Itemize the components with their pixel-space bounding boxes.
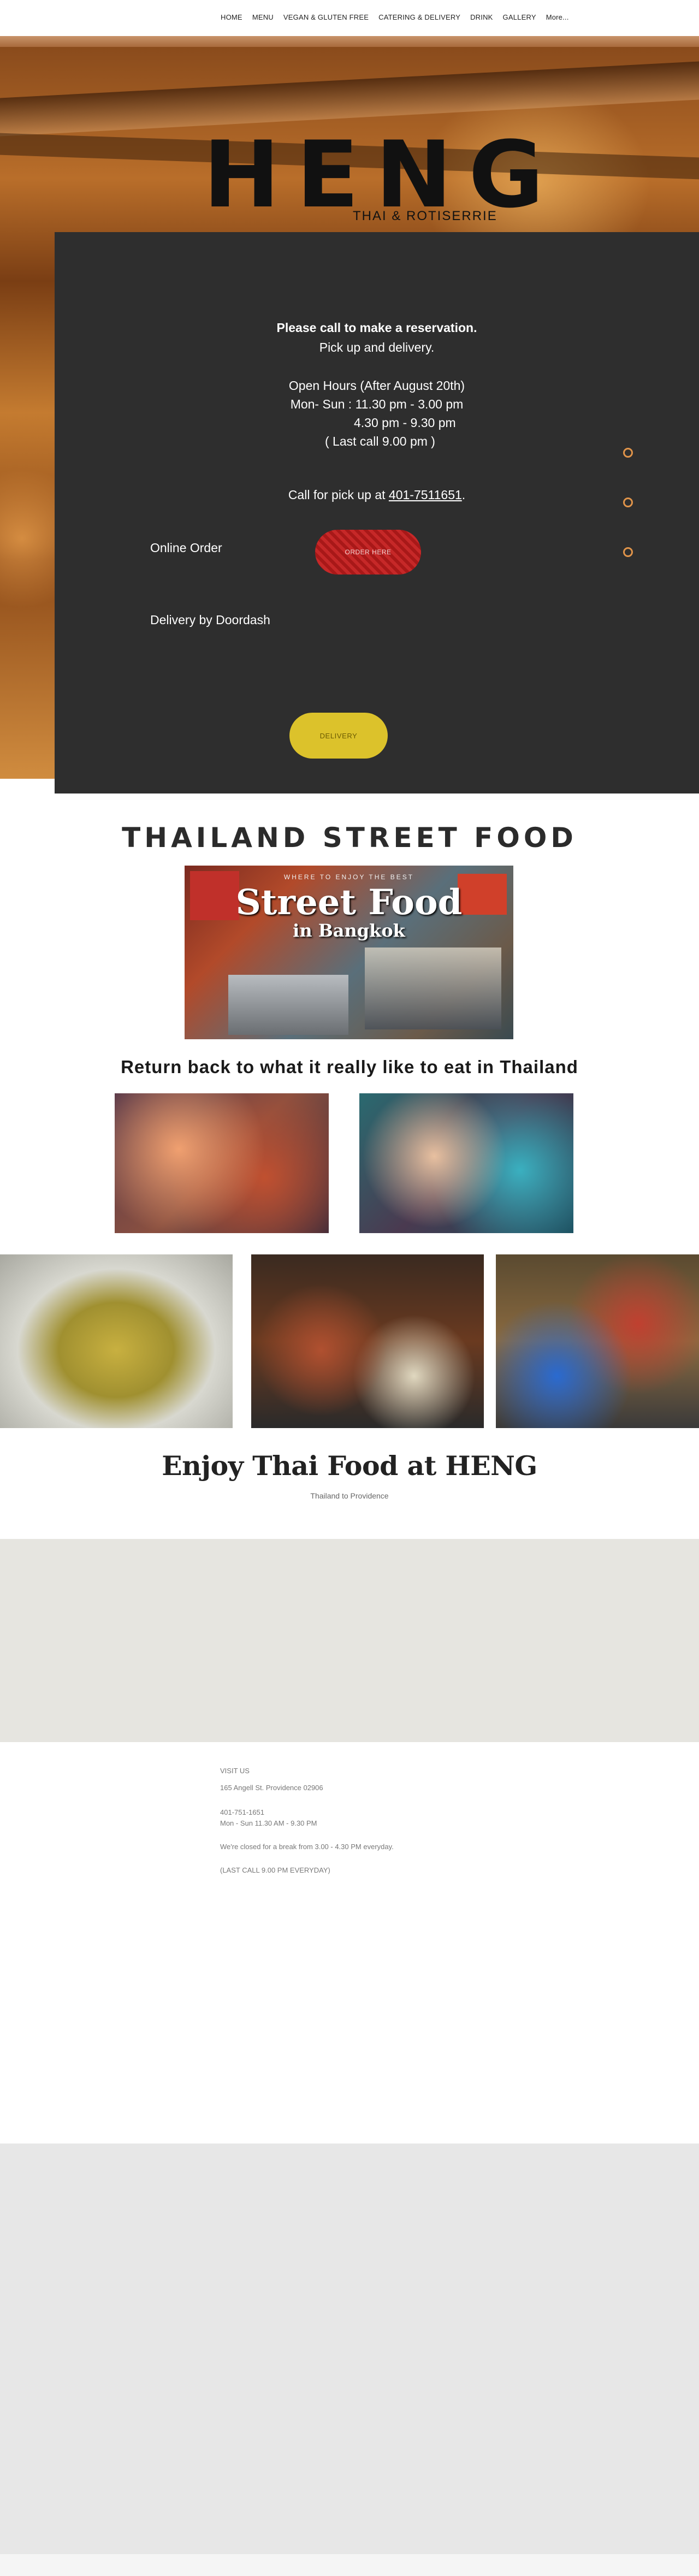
call-suffix: . xyxy=(461,488,466,502)
footer-strip xyxy=(0,2554,699,2576)
order-here-button[interactable]: ORDER HERE xyxy=(315,530,421,575)
pickup-text: Pick up and delivery. xyxy=(319,340,435,354)
nav-item-catering-delivery[interactable]: CATERING & DELIVERY xyxy=(374,13,465,21)
nav-item-gallery[interactable]: GALLERY xyxy=(498,13,541,21)
call-prefix: Call for pick up at xyxy=(288,488,389,502)
visit-phone: 401-751-1651 xyxy=(220,1808,264,1816)
gallery-grill-image[interactable] xyxy=(251,1254,484,1428)
visit-break-note: We're closed for a break from 3.00 - 4.3… xyxy=(220,1843,394,1851)
logo[interactable]: HENG xyxy=(203,129,560,221)
phone-link[interactable]: 401-7511651 xyxy=(389,488,462,502)
nav-menu: HOME MENU VEGAN & GLUTEN FREE CATERING &… xyxy=(216,13,574,21)
hours-lunch: Mon- Sun : 11.30 pm - 3.00 pm xyxy=(290,397,464,411)
banner-diners xyxy=(365,948,501,1029)
nav-item-more[interactable]: More... xyxy=(541,13,574,21)
slide-dot-1[interactable] xyxy=(623,448,633,458)
page: HOME MENU VEGAN & GLUTEN FREE CATERING &… xyxy=(0,0,699,2576)
street-vendor-image[interactable] xyxy=(359,1093,573,1233)
visit-heading: VISIT US xyxy=(220,1767,250,1775)
online-order-label: Online Order xyxy=(150,541,222,555)
hours-last-call: ( Last call 9.00 pm ) xyxy=(325,434,435,448)
banner-food-cart xyxy=(228,975,348,1035)
street-food-title: THAILAND STREET FOOD xyxy=(122,822,577,854)
street-food-banner-image: WHERE TO ENJOY THE BEST Street Food in B… xyxy=(185,866,513,1039)
call-pickup-text: Call for pick up at 401-7511651. xyxy=(55,488,699,502)
street-scene-image[interactable] xyxy=(115,1093,329,1233)
slide-dot-2[interactable] xyxy=(623,498,633,507)
nav-divider-strip xyxy=(0,36,699,47)
gallery-dumplings-image[interactable] xyxy=(0,1254,233,1428)
return-title: Return back to what it really like to ea… xyxy=(121,1057,578,1077)
nav-item-drink[interactable]: DRINK xyxy=(465,13,497,21)
hours-dinner: 4.30 pm - 9.30 pm xyxy=(354,416,456,430)
banner-headline: Street Food xyxy=(235,882,463,923)
visit-last-call: (LAST CALL 9.00 PM EVERYDAY) xyxy=(220,1866,330,1874)
hours-title: Open Hours (After August 20th) xyxy=(288,378,465,393)
nav-item-menu[interactable]: MENU xyxy=(247,13,279,21)
nav-item-vegan-gluten-free[interactable]: VEGAN & GLUTEN FREE xyxy=(279,13,374,21)
logo-subtitle: THAI & ROTISERRIE xyxy=(353,209,497,223)
enjoy-subtitle: Thailand to Providence xyxy=(310,1491,389,1500)
banner-small-text: WHERE TO ENJOY THE BEST xyxy=(283,873,414,881)
delivery-button[interactable]: DELIVERY xyxy=(289,713,388,759)
visit-address: 165 Angell St. Providence 02906 xyxy=(220,1784,323,1792)
banner-city: in Bangkok xyxy=(293,920,405,941)
nav-item-home[interactable]: HOME xyxy=(216,13,247,21)
slide-dot-3[interactable] xyxy=(623,547,633,557)
doordash-label: Delivery by Doordash xyxy=(150,613,270,627)
footer-gray-block xyxy=(0,2143,699,2554)
map-embed[interactable] xyxy=(0,1539,699,1742)
top-nav: HOME MENU VEGAN & GLUTEN FREE CATERING &… xyxy=(0,0,699,36)
gallery-market-image[interactable] xyxy=(496,1254,699,1428)
reservation-panel: Please call to make a reservation. Pick … xyxy=(55,232,699,793)
enjoy-title: Enjoy Thai Food at HENG xyxy=(162,1450,537,1482)
visit-hours: Mon - Sun 11.30 AM - 9.30 PM xyxy=(220,1819,317,1827)
reservation-text: Please call to make a reservation. xyxy=(276,321,477,335)
